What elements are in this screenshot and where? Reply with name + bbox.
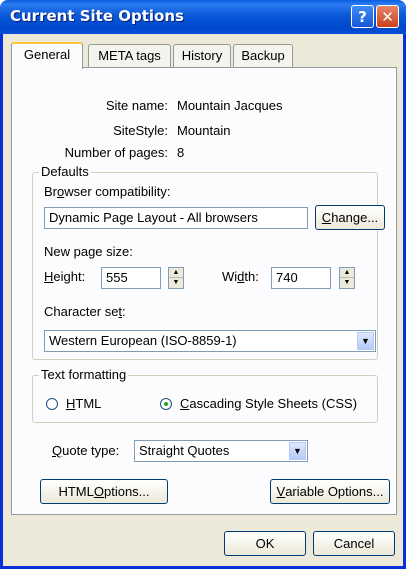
height-down-icon[interactable]: ▼: [169, 278, 183, 288]
charset-select[interactable]: Western European (ISO-8859-1) ▼: [44, 330, 376, 352]
radio-selected-dot: [164, 402, 168, 406]
quote-type-select[interactable]: Straight Quotes ▼: [134, 440, 308, 462]
height-up-icon[interactable]: ▲: [169, 268, 183, 278]
height-label: Height:: [44, 269, 86, 284]
charset-value: Western European (ISO-8859-1): [49, 333, 237, 348]
tab-history[interactable]: History: [173, 44, 231, 67]
tab-backup[interactable]: Backup: [233, 44, 293, 67]
width-down-icon[interactable]: ▼: [340, 278, 354, 288]
title-bar[interactable]: Current Site Options ? ✕: [0, 0, 406, 34]
change-button[interactable]: Change...: [315, 205, 385, 230]
site-style-label: SiteStyle:: [113, 123, 168, 138]
browser-compat-field: Dynamic Page Layout - All browsers: [44, 207, 308, 229]
site-options-dialog: Current Site Options ? ✕ General META ta…: [0, 0, 406, 569]
height-spinner[interactable]: ▲ ▼: [168, 267, 184, 289]
chevron-down-icon[interactable]: ▼: [289, 442, 306, 460]
page-size-label: New page size:: [44, 244, 133, 259]
pages-count-value: 8: [177, 145, 185, 160]
pages-count-label: Number of pages:: [64, 145, 168, 160]
tab-meta-tags[interactable]: META tags: [88, 44, 171, 67]
cancel-button[interactable]: Cancel: [313, 531, 395, 556]
general-tab-panel: Site name: Mountain Jacques SiteStyle: M…: [11, 67, 397, 515]
width-up-icon[interactable]: ▲: [340, 268, 354, 278]
site-style-value: Mountain: [177, 123, 231, 138]
width-label: Width:: [222, 269, 259, 284]
html-options-button[interactable]: HTML Options...: [40, 479, 168, 504]
quote-type-label: Quote type:: [52, 443, 120, 458]
defaults-legend: Defaults: [39, 164, 91, 179]
window-title: Current Site Options: [10, 7, 184, 25]
browser-compat-label: Browser compatibility:: [44, 184, 171, 199]
width-input[interactable]: 740: [271, 267, 331, 289]
width-spinner[interactable]: ▲ ▼: [339, 267, 355, 289]
tab-general[interactable]: General: [11, 42, 83, 69]
css-radio[interactable]: [160, 398, 172, 410]
chevron-down-icon[interactable]: ▼: [357, 332, 374, 350]
html-radio[interactable]: [46, 398, 58, 410]
variable-options-button[interactable]: Variable Options...: [270, 479, 390, 504]
html-radio-label[interactable]: HTML: [66, 396, 101, 411]
charset-label: Character set:: [44, 304, 126, 319]
quote-type-value: Straight Quotes: [139, 443, 230, 458]
site-name-value: Mountain Jacques: [177, 98, 283, 113]
height-input[interactable]: 555: [101, 267, 161, 289]
ok-button[interactable]: OK: [224, 531, 306, 556]
close-button[interactable]: ✕: [376, 5, 399, 28]
help-button[interactable]: ?: [351, 5, 374, 28]
text-formatting-legend: Text formatting: [39, 367, 129, 382]
css-radio-label[interactable]: Cascading Style Sheets (CSS): [180, 396, 357, 411]
site-name-label: Site name:: [105, 98, 168, 113]
